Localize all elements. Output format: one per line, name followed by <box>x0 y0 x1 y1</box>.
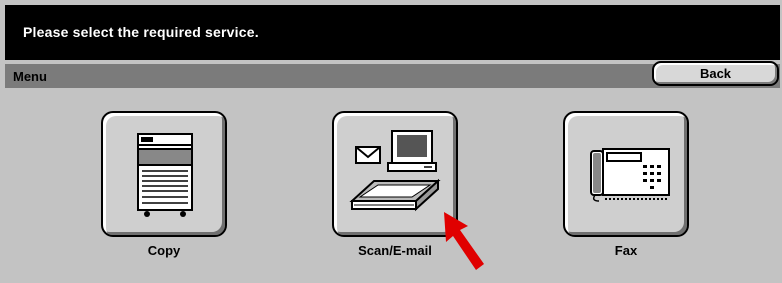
fax-machine-icon <box>590 148 670 202</box>
back-button[interactable]: Back <box>652 61 779 86</box>
pointer-arrow-icon <box>444 212 484 270</box>
fax-label: Fax <box>614 243 638 258</box>
instruction-bar: Please select the required service. <box>5 5 780 60</box>
copy-label: Copy <box>147 243 181 258</box>
instruction-message: Please select the required service. <box>23 24 259 40</box>
fax-service-button[interactable] <box>563 111 689 237</box>
menu-title: Menu <box>13 69 47 84</box>
copy-service-button[interactable] <box>101 111 227 237</box>
copier-icon <box>137 133 193 217</box>
